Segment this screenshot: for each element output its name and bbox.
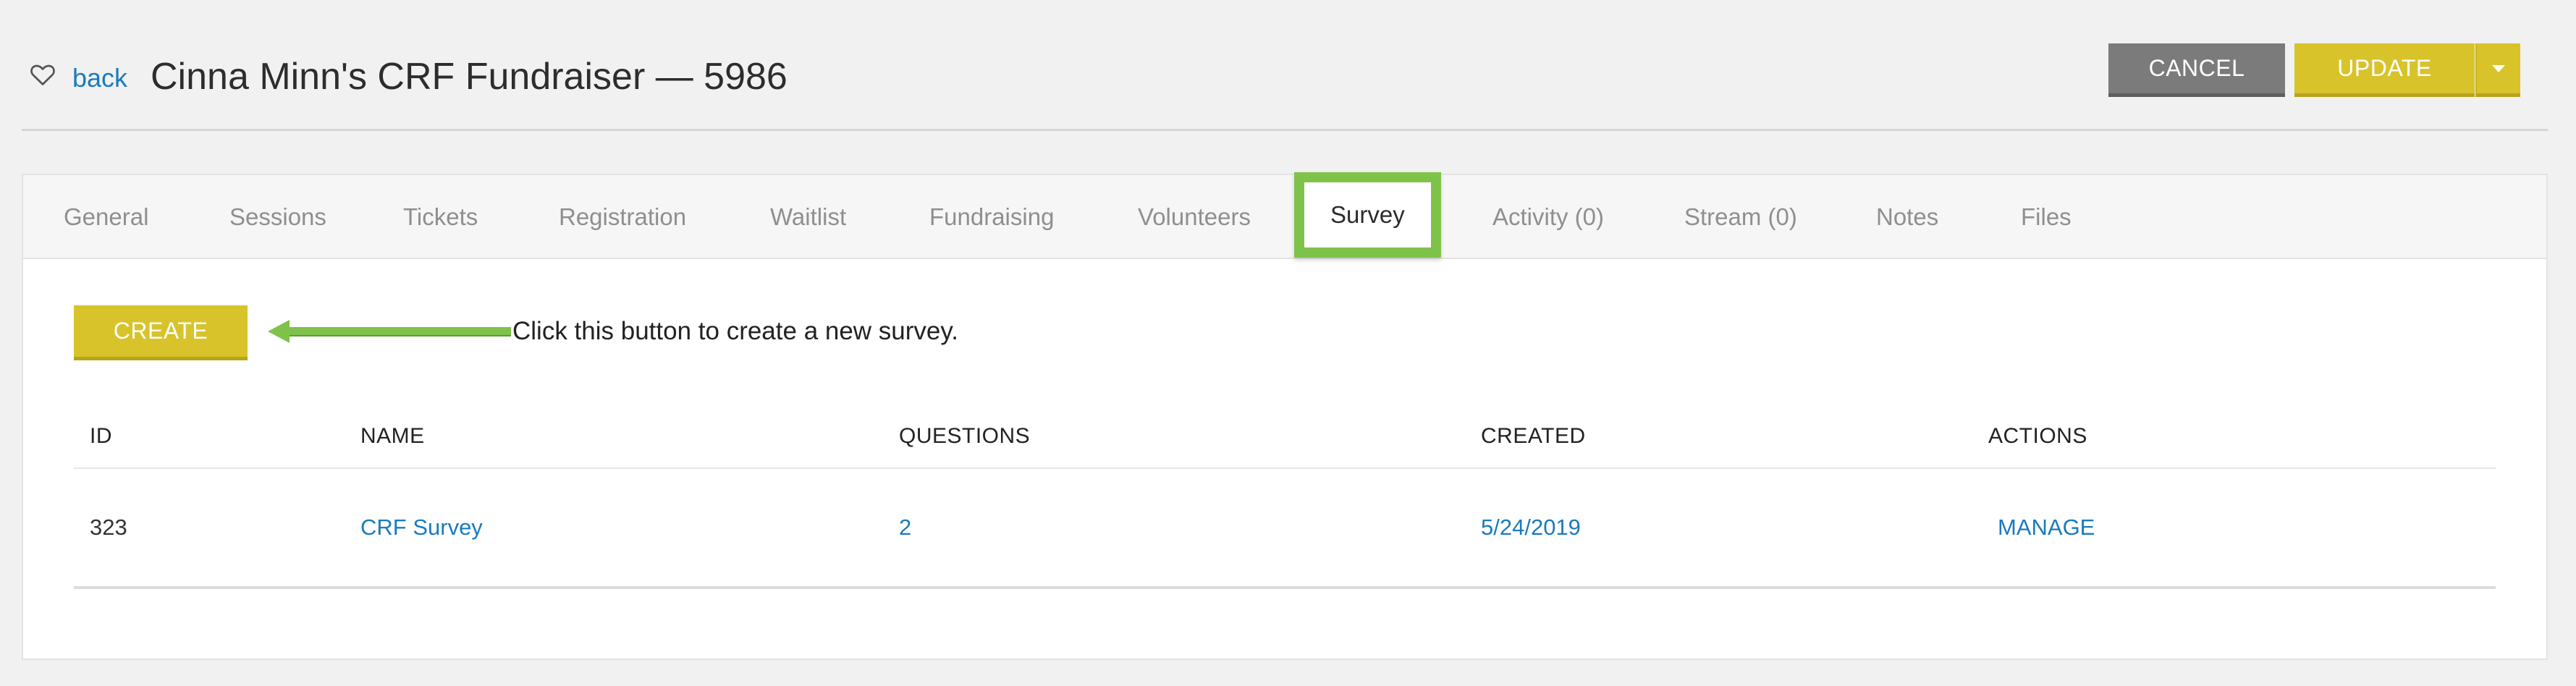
table-row: 323 CRF Survey 2 5/24/2019 MANAGE	[74, 469, 2496, 589]
cell-questions-link[interactable]: 2	[899, 469, 911, 586]
caret-down-icon	[2492, 64, 2505, 72]
tab-files[interactable]: Files	[2021, 175, 2072, 259]
arrow-left-icon	[268, 320, 511, 343]
tab-notes[interactable]: Notes	[1876, 175, 1938, 259]
cancel-button[interactable]: CANCEL	[2108, 43, 2285, 97]
heart-icon[interactable]	[29, 61, 56, 88]
table-header: ID NAME QUESTIONS CREATED ACTIONS	[74, 405, 2496, 469]
event-panel: General Sessions Tickets Registration Wa…	[22, 172, 2548, 660]
tab-waitlist[interactable]: Waitlist	[770, 175, 846, 259]
tab-bar: General Sessions Tickets Registration Wa…	[23, 172, 2546, 259]
tab-survey[interactable]: Survey	[1294, 172, 1441, 258]
column-header-questions: QUESTIONS	[899, 424, 1031, 448]
manage-link[interactable]: MANAGE	[1998, 469, 2095, 586]
update-button[interactable]: UPDATE	[2294, 43, 2475, 97]
column-header-created: CREATED	[1481, 424, 1586, 448]
tab-volunteers[interactable]: Volunteers	[1138, 175, 1251, 259]
cell-created-link[interactable]: 5/24/2019	[1481, 469, 1581, 586]
tab-fundraising[interactable]: Fundraising	[929, 175, 1054, 259]
column-header-actions: ACTIONS	[1988, 424, 2087, 448]
tab-stream[interactable]: Stream (0)	[1684, 175, 1797, 259]
tab-activity[interactable]: Activity (0)	[1492, 175, 1604, 259]
column-header-id: ID	[90, 424, 112, 448]
create-hint-text: Click this button to create a new survey…	[512, 317, 959, 345]
back-link[interactable]: back	[72, 61, 127, 96]
tab-general[interactable]: General	[64, 175, 148, 259]
page-title: Cinna Minn's CRF Fundraiser — 5986	[151, 56, 787, 98]
column-header-name: NAME	[360, 424, 425, 448]
tab-tickets[interactable]: Tickets	[403, 175, 478, 259]
survey-table: ID NAME QUESTIONS CREATED ACTIONS 323 CR…	[74, 405, 2496, 589]
tab-registration[interactable]: Registration	[559, 175, 686, 259]
create-survey-button[interactable]: CREATE	[74, 305, 248, 360]
cell-id: 323	[90, 514, 127, 540]
cell-name-link[interactable]: CRF Survey	[360, 469, 483, 586]
update-dropdown-button[interactable]	[2475, 43, 2520, 97]
tab-sessions[interactable]: Sessions	[229, 175, 326, 259]
